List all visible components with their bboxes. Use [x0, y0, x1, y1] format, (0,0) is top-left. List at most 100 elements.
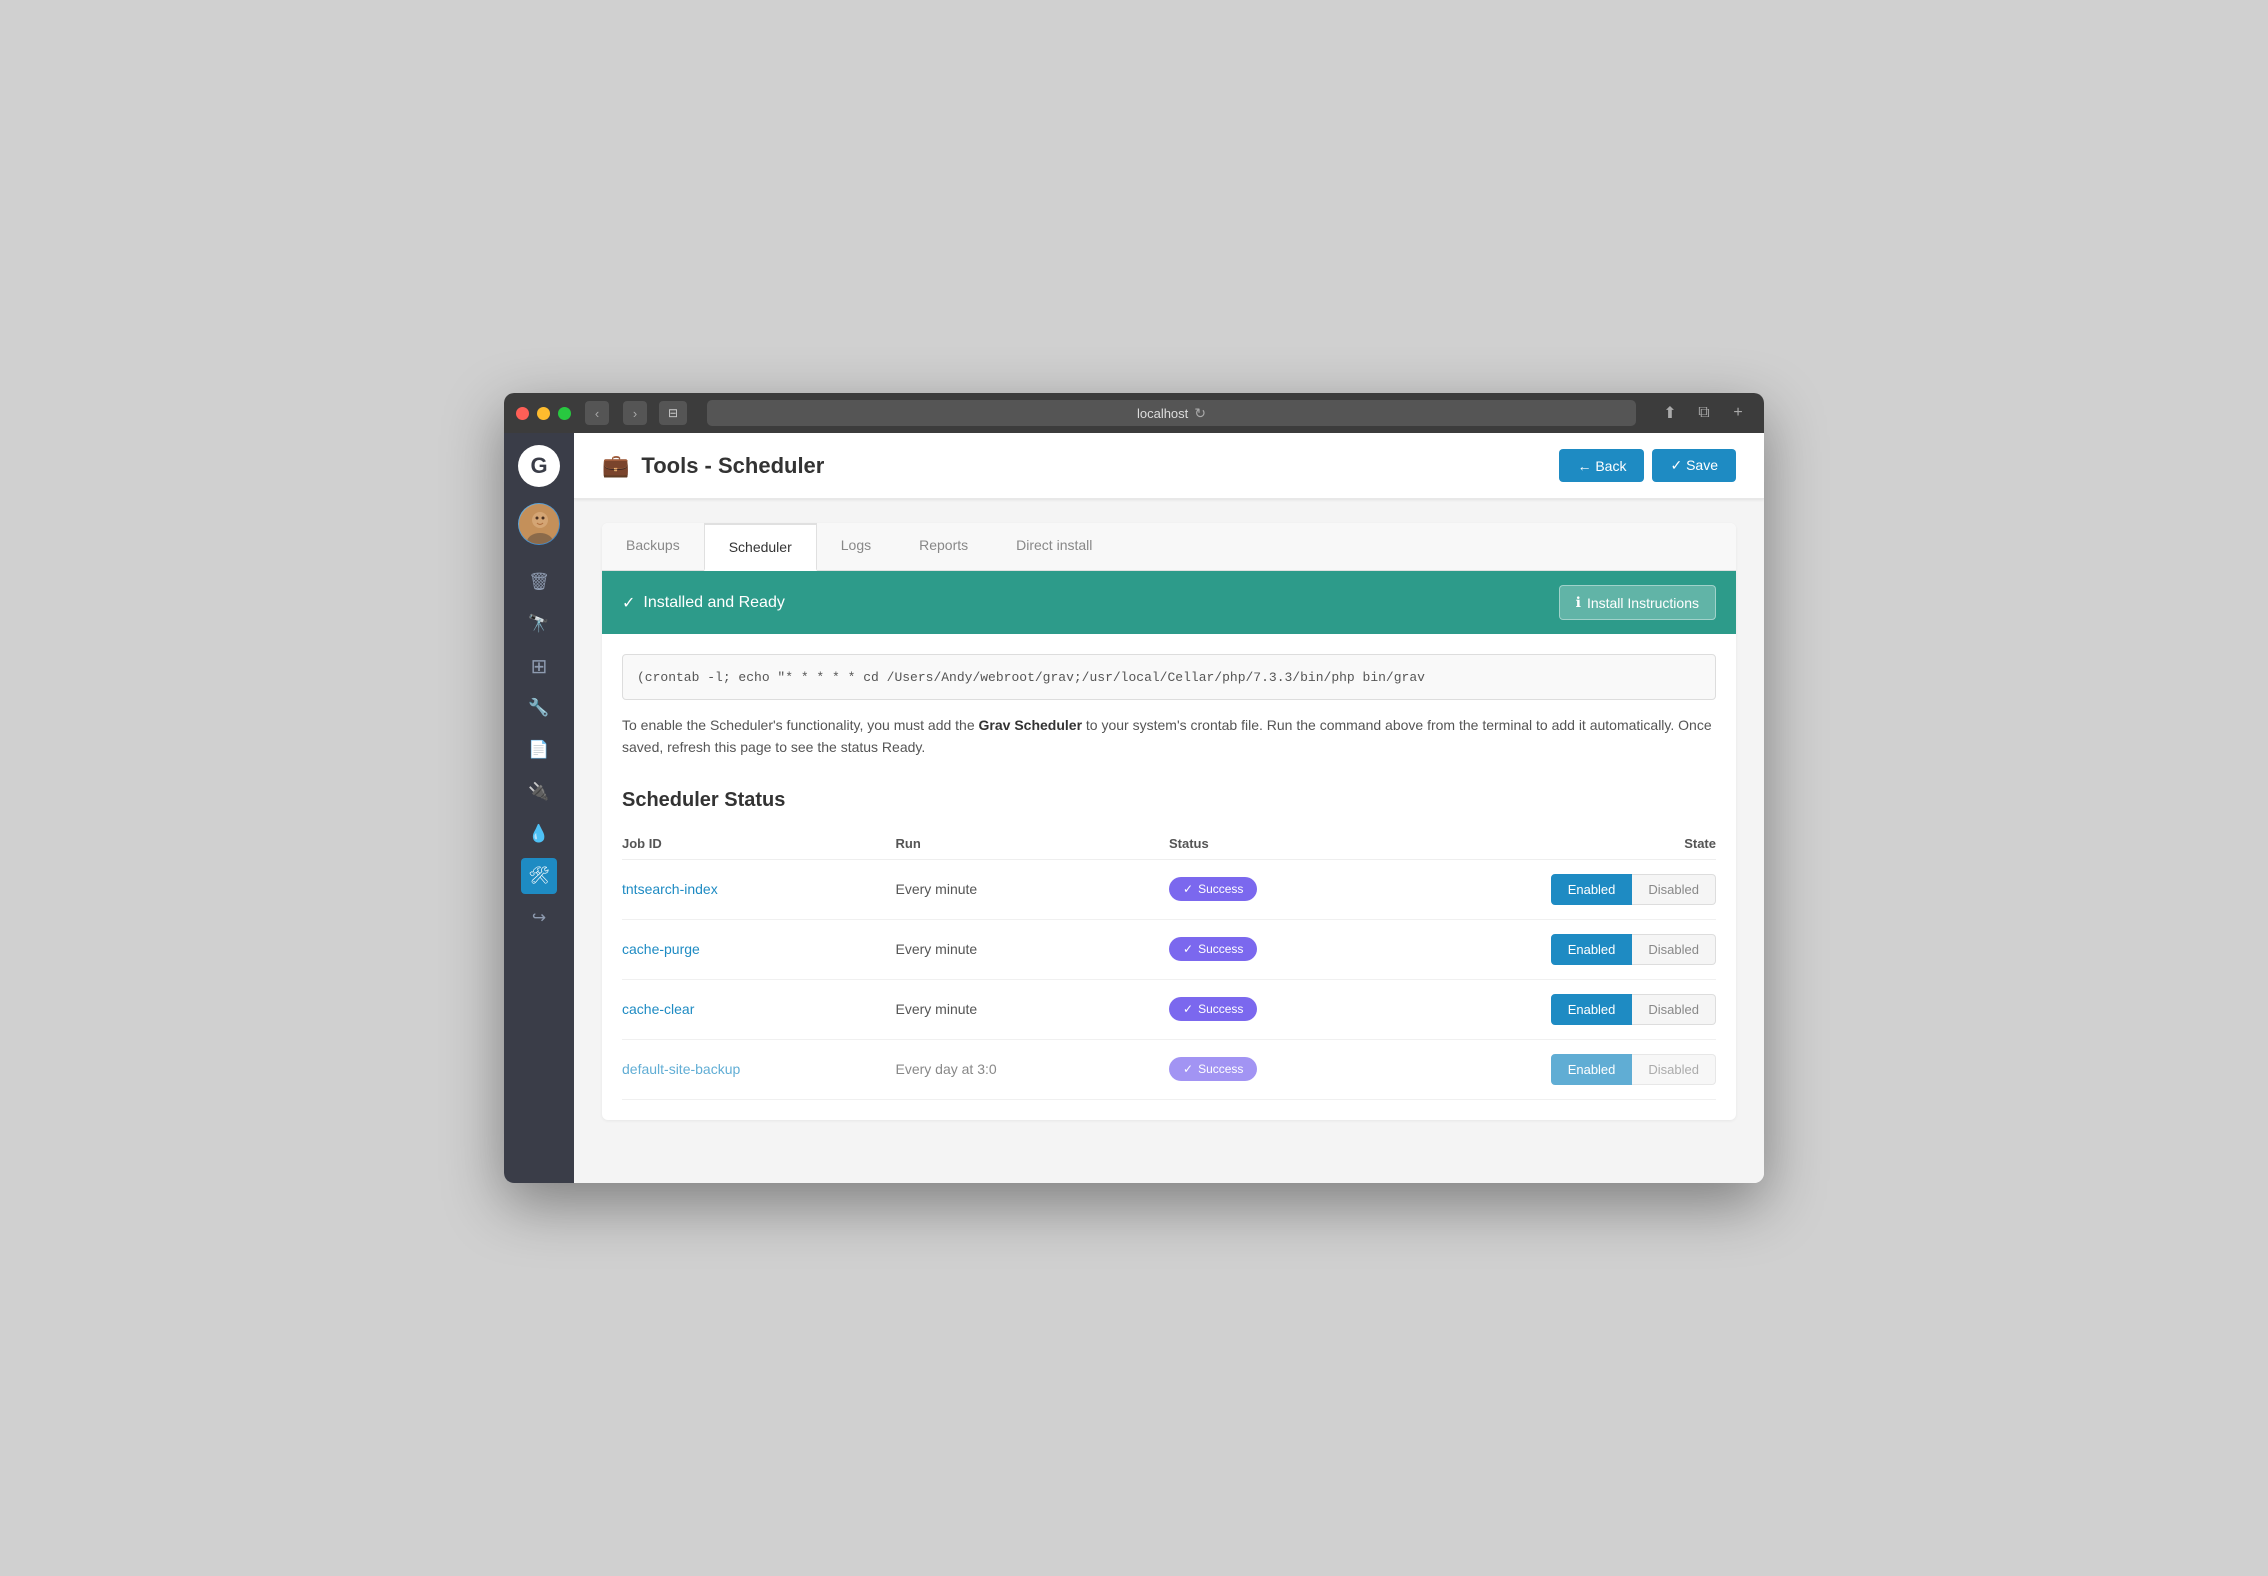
- check-icon: ✓: [1183, 882, 1193, 896]
- status-text: ✓ Installed and Ready: [622, 593, 785, 613]
- install-instructions-label: Install Instructions: [1587, 595, 1699, 611]
- status-banner: ✓ Installed and Ready ℹ Install Instruct…: [602, 571, 1736, 634]
- desc-bold: Grav Scheduler: [979, 717, 1083, 733]
- check-icon: ✓: [1183, 942, 1193, 956]
- sidebar-item-plugin[interactable]: 🔌: [521, 774, 557, 810]
- job-id-cell[interactable]: default-site-backup: [622, 1039, 896, 1099]
- success-badge: ✓ Success: [1169, 997, 1257, 1021]
- browser-titlebar: ‹ › ⊟ localhost ↻ ⬆ ⧉ +: [504, 393, 1764, 433]
- job-id-cell[interactable]: cache-purge: [622, 919, 896, 979]
- content-area: Backups Scheduler Logs Reports Direct in…: [574, 499, 1764, 1144]
- state-toggle: Enabled Disabled: [1551, 934, 1716, 965]
- table-row: cache-clear Every minute ✓ Success Enabl…: [622, 979, 1716, 1039]
- desc-prefix: To enable the Scheduler's functionality,…: [622, 717, 979, 733]
- forward-nav-button[interactable]: ›: [623, 401, 647, 425]
- scheduler-status-section: Scheduler Status Job ID Run Status State: [602, 779, 1736, 1120]
- sidebar-item-grid[interactable]: ⊞: [521, 648, 557, 684]
- job-state-cell: Enabled Disabled: [1443, 859, 1717, 919]
- minimize-button[interactable]: [537, 407, 550, 420]
- info-icon: ℹ: [1576, 594, 1581, 611]
- enabled-button[interactable]: Enabled: [1551, 874, 1633, 905]
- back-nav-button[interactable]: ‹: [585, 401, 609, 425]
- sidebar: G 🗑 🔭 ⊞ 🔧: [504, 433, 574, 1183]
- maximize-button[interactable]: [558, 407, 571, 420]
- sidebar-item-wrench[interactable]: 🔧: [521, 690, 557, 726]
- col-header-jobid: Job ID: [622, 828, 896, 860]
- main-content: 💼 Tools - Scheduler ← Back ✓ Save Backup…: [574, 433, 1764, 1183]
- address-bar[interactable]: localhost ↻: [707, 400, 1636, 426]
- enabled-button[interactable]: Enabled: [1551, 994, 1633, 1025]
- job-run-cell: Every minute: [896, 979, 1170, 1039]
- sidebar-item-export[interactable]: ↪: [521, 900, 557, 936]
- job-state-cell: Enabled Disabled: [1443, 1039, 1717, 1099]
- address-text: localhost: [1137, 406, 1188, 421]
- job-id-cell[interactable]: tntsearch-index: [622, 859, 896, 919]
- crontab-input[interactable]: [622, 654, 1716, 700]
- save-button[interactable]: ✓ Save: [1652, 449, 1736, 482]
- avatar-face: [519, 504, 559, 544]
- enabled-button[interactable]: Enabled: [1551, 934, 1633, 965]
- disabled-button[interactable]: Disabled: [1632, 934, 1716, 965]
- sidebar-item-trash[interactable]: 🗑: [521, 564, 557, 600]
- crontab-section: To enable the Scheduler's functionality,…: [602, 634, 1736, 779]
- add-button[interactable]: +: [1724, 399, 1752, 427]
- header-actions: ← Back ✓ Save: [1559, 449, 1736, 482]
- job-status-cell: ✓ Success: [1169, 919, 1443, 979]
- table-row: cache-purge Every minute ✓ Success Enabl…: [622, 919, 1716, 979]
- app-logo: G: [518, 445, 560, 487]
- tab-backups[interactable]: Backups: [602, 523, 704, 571]
- check-icon: ✓: [1183, 1002, 1193, 1016]
- job-run-cell: Every day at 3:0: [896, 1039, 1170, 1099]
- disabled-button[interactable]: Disabled: [1632, 994, 1716, 1025]
- page-title: Tools - Scheduler: [641, 453, 824, 479]
- layout-button[interactable]: ⊟: [659, 401, 687, 425]
- page-header: 💼 Tools - Scheduler ← Back ✓ Save: [574, 433, 1764, 499]
- job-run-cell: Every minute: [896, 919, 1170, 979]
- tab-logs[interactable]: Logs: [817, 523, 895, 571]
- job-id-cell[interactable]: cache-clear: [622, 979, 896, 1039]
- crontab-description: To enable the Scheduler's functionality,…: [622, 714, 1716, 759]
- job-run-cell: Every minute: [896, 859, 1170, 919]
- browser-window: ‹ › ⊟ localhost ↻ ⬆ ⧉ + G: [504, 393, 1764, 1183]
- tab-direct-install[interactable]: Direct install: [992, 523, 1116, 571]
- job-state-cell: Enabled Disabled: [1443, 919, 1717, 979]
- page-title-area: 💼 Tools - Scheduler: [602, 453, 824, 479]
- scheduler-table: Job ID Run Status State tntsearch-index …: [622, 828, 1716, 1100]
- table-row: default-site-backup Every day at 3:0 ✓ S…: [622, 1039, 1716, 1099]
- sidebar-item-drop[interactable]: 💧: [521, 816, 557, 852]
- job-status-cell: ✓ Success: [1169, 859, 1443, 919]
- tabs-header: Backups Scheduler Logs Reports Direct in…: [602, 523, 1736, 571]
- tab-scheduler[interactable]: Scheduler: [704, 523, 817, 571]
- status-label: Installed and Ready: [643, 594, 784, 612]
- col-header-state: State: [1443, 828, 1717, 860]
- new-tab-button[interactable]: ⧉: [1690, 399, 1718, 427]
- status-check-icon: ✓: [622, 593, 635, 613]
- table-row: tntsearch-index Every minute ✓ Success E…: [622, 859, 1716, 919]
- col-header-run: Run: [896, 828, 1170, 860]
- check-icon: ✓: [1183, 1062, 1193, 1076]
- job-status-cell: ✓ Success: [1169, 1039, 1443, 1099]
- job-status-cell: ✓ Success: [1169, 979, 1443, 1039]
- sidebar-item-document[interactable]: 📄: [521, 732, 557, 768]
- state-toggle: Enabled Disabled: [1551, 874, 1716, 905]
- success-badge: ✓ Success: [1169, 1057, 1257, 1081]
- tab-reports[interactable]: Reports: [895, 523, 992, 571]
- share-button[interactable]: ⬆: [1656, 399, 1684, 427]
- enabled-button[interactable]: Enabled: [1551, 1054, 1633, 1085]
- user-avatar[interactable]: [518, 503, 560, 545]
- back-button[interactable]: ← Back: [1559, 449, 1644, 482]
- sidebar-item-binoculars[interactable]: 🔭: [521, 606, 557, 642]
- disabled-button[interactable]: Disabled: [1632, 1054, 1716, 1085]
- sidebar-item-tools[interactable]: 🛠: [521, 858, 557, 894]
- disabled-button[interactable]: Disabled: [1632, 874, 1716, 905]
- success-badge: ✓ Success: [1169, 877, 1257, 901]
- job-state-cell: Enabled Disabled: [1443, 979, 1717, 1039]
- state-toggle: Enabled Disabled: [1551, 1054, 1716, 1085]
- tabs-container: Backups Scheduler Logs Reports Direct in…: [602, 523, 1736, 1120]
- success-badge: ✓ Success: [1169, 937, 1257, 961]
- install-instructions-button[interactable]: ℹ Install Instructions: [1559, 585, 1716, 620]
- col-header-status: Status: [1169, 828, 1443, 860]
- close-button[interactable]: [516, 407, 529, 420]
- reload-icon[interactable]: ↻: [1194, 405, 1206, 422]
- state-toggle: Enabled Disabled: [1551, 994, 1716, 1025]
